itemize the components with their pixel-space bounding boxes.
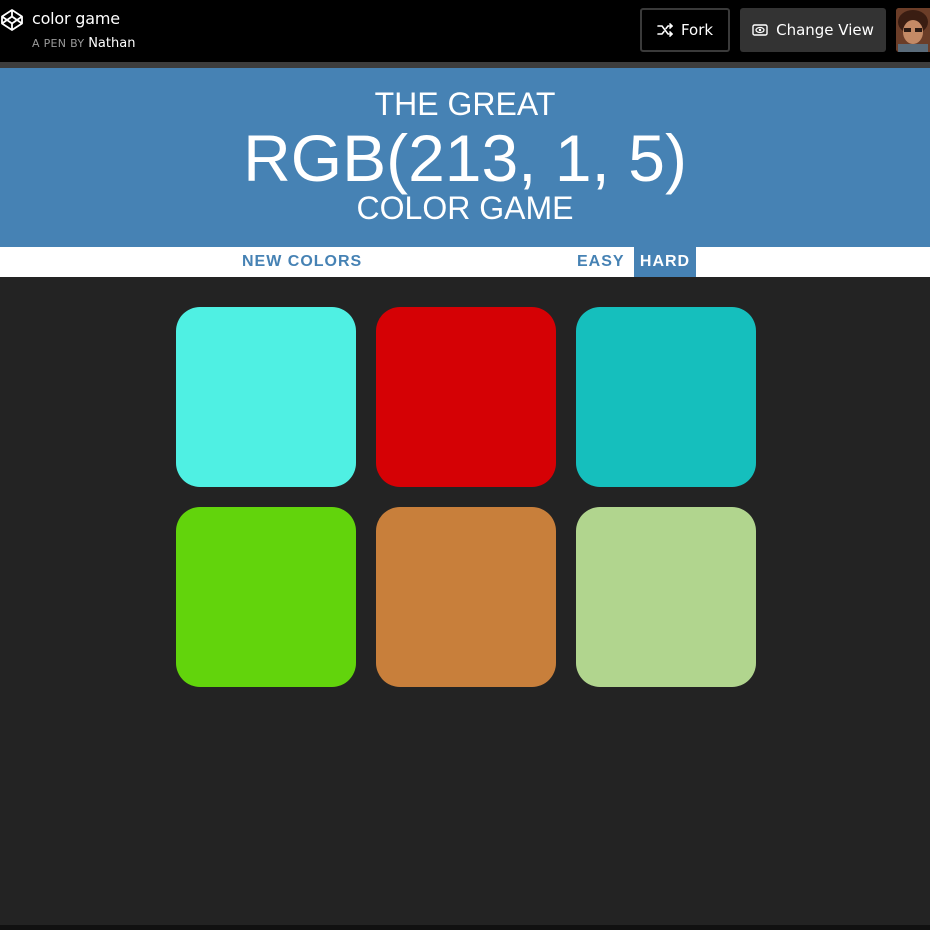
control-stripe: NEW COLORS EASY HARD xyxy=(0,247,930,277)
eye-icon xyxy=(752,24,768,36)
fork-icon xyxy=(657,23,673,37)
color-square[interactable] xyxy=(176,507,356,687)
codepen-logo-icon[interactable] xyxy=(0,8,24,32)
author-link[interactable]: Nathan xyxy=(88,36,135,51)
color-square[interactable] xyxy=(376,307,556,487)
byline-prefix: A PEN BY xyxy=(32,37,85,50)
game-title-banner: THE GREAT RGB(213, 1, 5) COLOR GAME xyxy=(0,68,930,247)
fork-label: Fork xyxy=(680,21,714,39)
easy-mode-button[interactable]: EASY xyxy=(571,247,631,277)
title-line-3: COLOR GAME xyxy=(356,190,574,226)
pen-title[interactable]: color game xyxy=(32,9,120,28)
codepen-header: color game A PEN BY Nathan Fork Change V… xyxy=(0,0,930,62)
change-view-label: Change View xyxy=(776,21,874,39)
new-colors-button[interactable]: NEW COLORS xyxy=(236,247,368,277)
fork-button[interactable]: Fork xyxy=(640,8,730,52)
target-color-display: RGB(213, 1, 5) xyxy=(243,121,687,195)
color-square[interactable] xyxy=(576,307,756,487)
bottom-border xyxy=(0,925,930,930)
color-square[interactable] xyxy=(576,507,756,687)
title-line-1: THE GREAT xyxy=(374,86,556,122)
color-square[interactable] xyxy=(176,307,356,487)
avatar-image xyxy=(896,8,930,52)
change-view-button[interactable]: Change View xyxy=(740,8,886,52)
pen-byline: A PEN BY Nathan xyxy=(32,36,135,51)
color-square[interactable] xyxy=(376,507,556,687)
squares-container xyxy=(0,277,930,927)
avatar[interactable] xyxy=(896,8,930,52)
hard-mode-button[interactable]: HARD xyxy=(634,247,696,277)
